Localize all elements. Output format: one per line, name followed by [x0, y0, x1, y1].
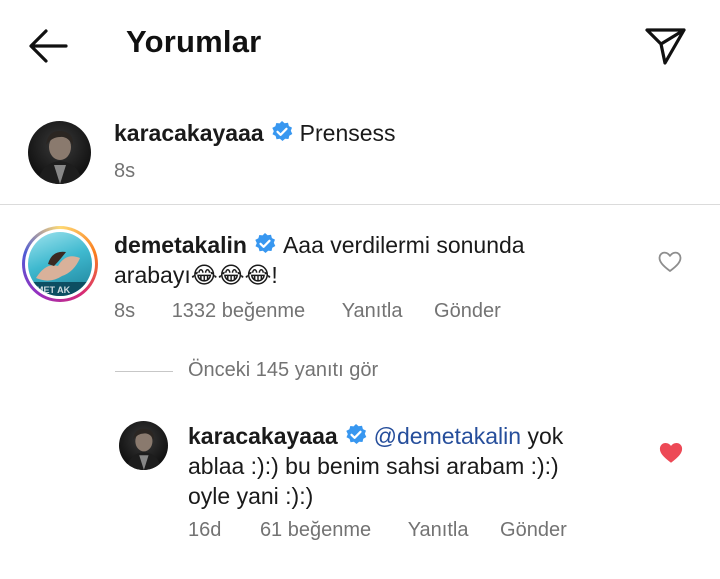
reply-text-block: karacakayaaa @demetakalin yok ablaa :):) … — [188, 421, 628, 511]
verified-badge-icon — [345, 424, 366, 444]
timestamp: 8s — [114, 160, 136, 182]
view-replies-label: Önceki 145 yanıtı gör — [188, 359, 379, 381]
reply-text-line3: oyle yani :):) — [188, 483, 314, 509]
mention-link[interactable]: @demetakalin — [374, 423, 521, 449]
avatar[interactable] — [28, 121, 91, 184]
arrow-left-icon[interactable] — [24, 24, 72, 68]
reply-link[interactable]: Yanıtla — [408, 519, 469, 541]
username[interactable]: karacakayaaa — [188, 423, 338, 449]
reply-text-line2: ablaa :):) bu benim sahsi arabam :):) — [188, 453, 559, 479]
verified-badge-icon — [255, 233, 276, 253]
comment-text-line2: arabayı😂😂😂! — [114, 262, 278, 288]
comment-text: Aaa verdilermi sonunda — [282, 232, 525, 258]
likes-count-link[interactable]: 61 beğenme — [260, 519, 371, 541]
send-link[interactable]: Gönder — [434, 300, 501, 322]
replies-divider-line — [115, 371, 173, 372]
comment-meta: 8s 1332 beğenme Yanıtla Gönder — [114, 300, 501, 323]
timestamp: 8s — [114, 300, 136, 322]
username[interactable]: karacakayaaa — [114, 120, 264, 146]
caption-meta: 8s — [114, 160, 135, 183]
likes-count-link[interactable]: 1332 beğenme — [172, 300, 305, 322]
divider — [0, 204, 720, 205]
page-title: Yorumlar — [126, 24, 262, 59]
send-link[interactable]: Gönder — [500, 519, 567, 541]
username[interactable]: demetakalin — [114, 232, 247, 258]
verified-badge-icon — [271, 121, 292, 141]
reply-text: yok — [527, 423, 564, 449]
avatar: MET AK — [28, 232, 92, 296]
comment-text-block: demetakalin Aaa verdilermi sonunda arabay… — [114, 230, 604, 290]
avatar[interactable] — [119, 421, 168, 470]
caption-text-row: karacakayaaa Prensess — [114, 118, 396, 148]
paper-plane-icon[interactable] — [640, 22, 690, 68]
timestamp: 16d — [188, 519, 222, 541]
heart-outline-icon[interactable] — [658, 251, 682, 278]
heart-filled-icon[interactable] — [659, 442, 683, 469]
avatar-story-ring[interactable]: MET AK — [22, 226, 98, 302]
header-bar: Yorumlar — [0, 0, 720, 90]
caption-text: Prensess — [299, 120, 396, 146]
reply-link[interactable]: Yanıtla — [342, 300, 403, 322]
svg-text:MET AK: MET AK — [36, 285, 71, 295]
reply-meta: 16d 61 beğenme Yanıtla Gönder — [188, 519, 567, 542]
